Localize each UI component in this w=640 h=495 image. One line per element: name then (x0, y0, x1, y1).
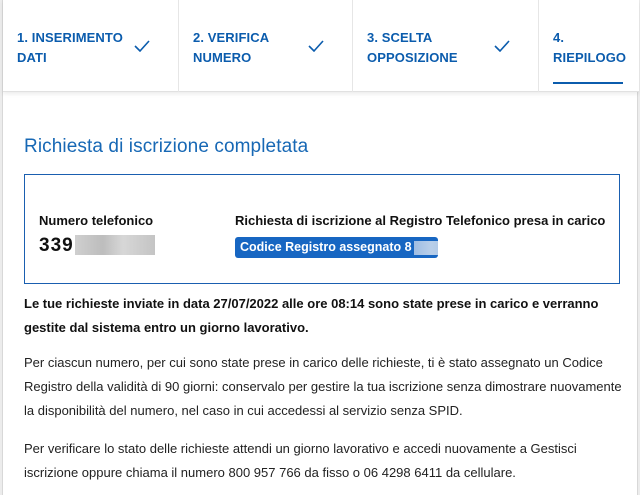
request-label: Richiesta di iscrizione al Registro Tele… (235, 213, 606, 228)
summary-box: Numero telefonico 339 Richiesta di iscri… (24, 174, 620, 284)
active-step-underline (553, 82, 623, 84)
checkmark-icon (494, 40, 510, 52)
step-label: 4. RIEPILOGO (553, 30, 627, 65)
checkmark-icon (134, 40, 150, 52)
phone-value: 339 (39, 235, 74, 256)
badge-text: Codice Registro assegnato 8 (240, 240, 412, 254)
page-frame: 1. INSERIMENTO DATI 2. VERIFICA NUMERO 3… (2, 0, 639, 495)
step-scelta-opposizione[interactable]: 3. SCELTA OPPOSIZIONE (353, 0, 539, 92)
registry-code-badge: Codice Registro assegnato 8 (235, 237, 438, 258)
checkmark-icon (308, 40, 324, 52)
redacted-code (413, 241, 438, 255)
step-label: 1. INSERIMENTO DATI (17, 30, 123, 65)
confirmation-text: Le tue richieste inviate in data 27/07/2… (24, 296, 599, 335)
stepper: 1. INSERIMENTO DATI 2. VERIFICA NUMERO 3… (3, 0, 639, 92)
step-label: 2. VERIFICA NUMERO (193, 30, 270, 65)
phone-label: Numero telefonico (39, 213, 154, 228)
step-label: 3. SCELTA OPPOSIZIONE (367, 30, 458, 65)
step-inserimento-dati[interactable]: 1. INSERIMENTO DATI (3, 0, 179, 92)
verification-info: Per verificare lo stato delle richieste … (24, 441, 577, 480)
step-verifica-numero[interactable]: 2. VERIFICA NUMERO (179, 0, 353, 92)
registry-code-info: Per ciascun numero, per cui sono state p… (24, 355, 622, 418)
redacted-phone-digits (75, 235, 155, 255)
page-title: Richiesta di iscrizione completata (24, 136, 309, 157)
step-riepilogo[interactable]: 4. RIEPILOGO (539, 0, 639, 92)
